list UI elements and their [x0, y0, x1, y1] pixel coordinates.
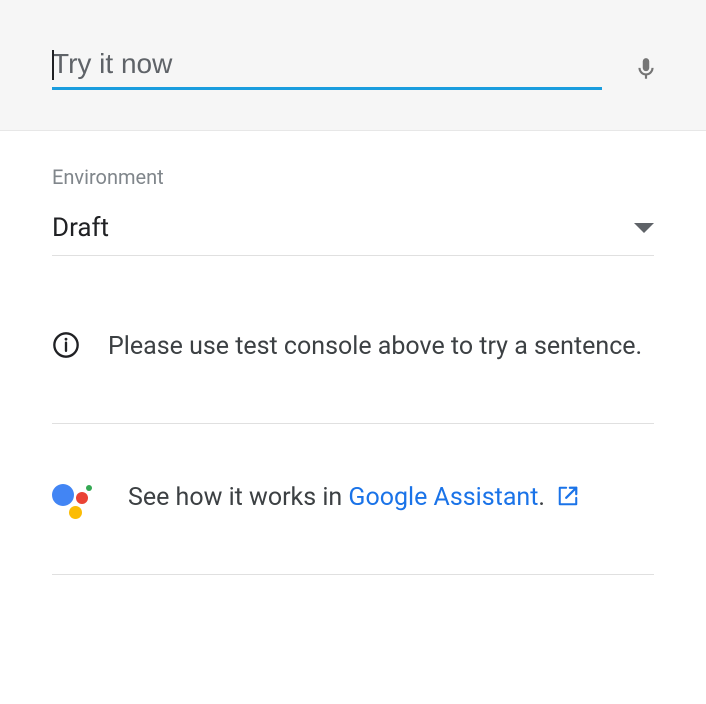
try-input[interactable]: [52, 48, 602, 90]
info-icon: [52, 328, 80, 367]
environment-label: Environment: [52, 165, 654, 189]
assistant-prefix: See how it works in: [128, 483, 348, 512]
test-console-bar: [0, 0, 706, 131]
assistant-link-block: See how it works in Google Assistant.: [52, 424, 654, 575]
chevron-down-icon: [634, 223, 654, 233]
assistant-suffix: .: [538, 483, 545, 512]
environment-select[interactable]: Draft: [52, 213, 654, 256]
external-link-icon: [557, 485, 579, 514]
mic-button[interactable]: [626, 51, 666, 87]
info-message-block: Please use test console above to try a s…: [52, 328, 654, 424]
environment-value: Draft: [52, 213, 109, 243]
input-underline: [52, 87, 602, 90]
content-area: Environment Draft Please use test consol…: [0, 131, 706, 575]
mic-icon: [633, 51, 659, 87]
assistant-text: See how it works in Google Assistant.: [128, 483, 579, 514]
text-caret: [52, 50, 54, 80]
google-assistant-icon: [52, 478, 94, 520]
try-input-wrap: [52, 48, 602, 90]
info-message-text: Please use test console above to try a s…: [108, 332, 642, 361]
assistant-link[interactable]: Google Assistant: [348, 483, 538, 512]
